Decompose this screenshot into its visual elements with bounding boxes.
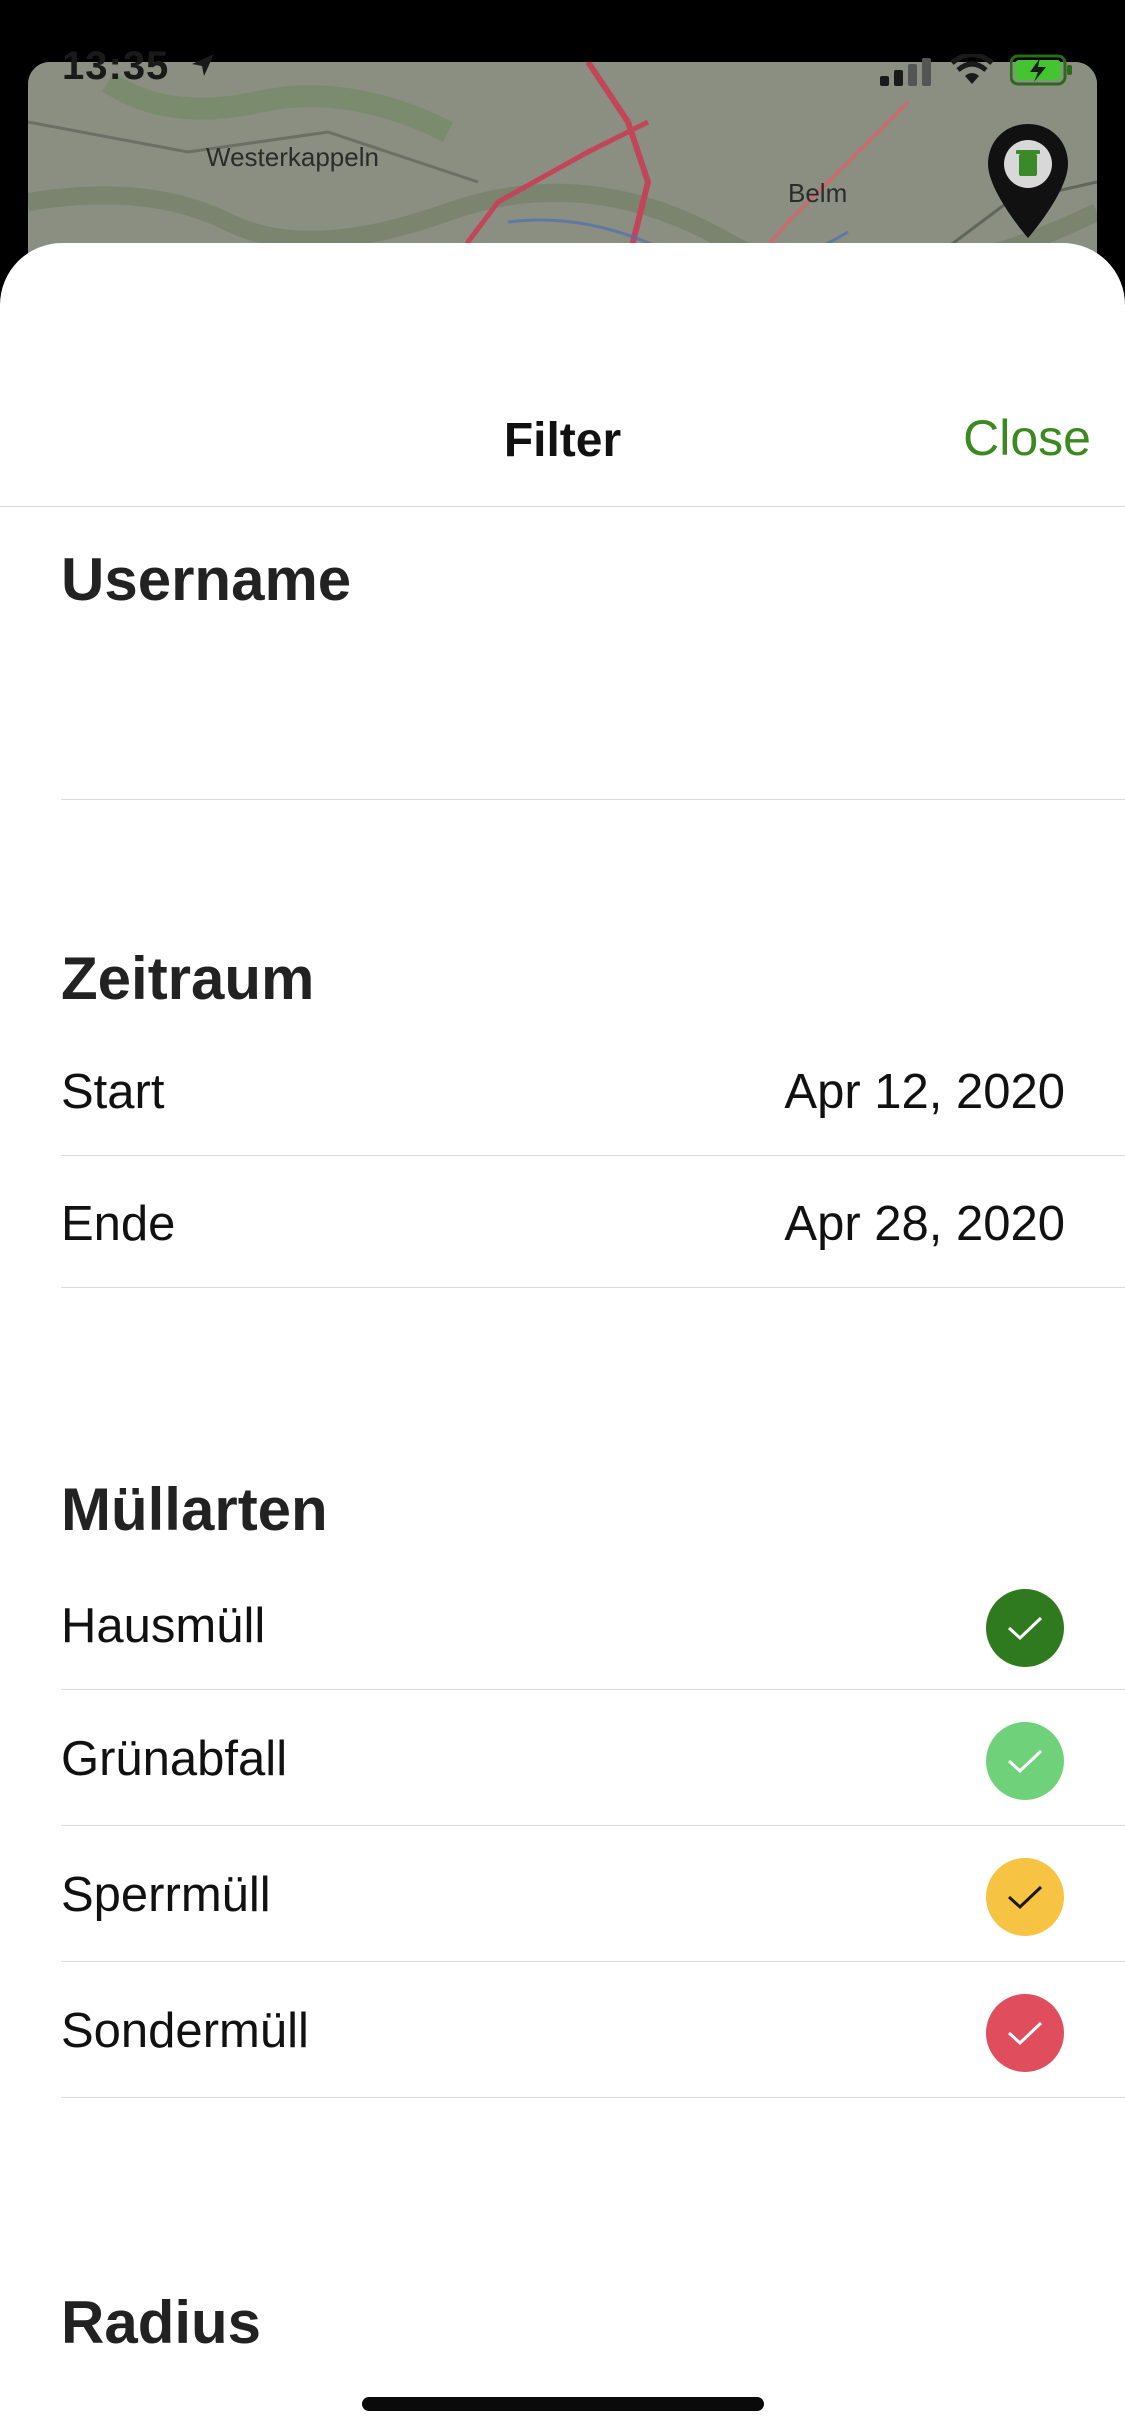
start-date-value[interactable]: Apr 12, 2020 — [784, 1064, 1065, 1120]
trash-pin-icon[interactable] — [985, 122, 1071, 240]
section-title-radius: Radius — [61, 2289, 262, 2356]
end-date-value[interactable]: Apr 28, 2020 — [784, 1196, 1065, 1252]
waste-type-label: Hausmüll — [61, 1599, 266, 1653]
wifi-icon — [950, 54, 994, 84]
waste-type-row-gruenabfall[interactable]: Grünabfall — [61, 1690, 1125, 1826]
status-time: 13:35 — [62, 44, 170, 88]
location-arrow-icon — [192, 54, 214, 76]
checkmark-icon[interactable] — [986, 1722, 1064, 1800]
map-label-westerkappeln: Westerkappeln — [206, 142, 379, 172]
section-title-zeitraum: Zeitraum — [61, 945, 315, 1012]
waste-type-row-hausmuell[interactable]: Hausmüll — [61, 1573, 1125, 1690]
start-label: Start — [61, 1065, 165, 1119]
nav-title: Filter — [503, 414, 622, 467]
end-label: Ende — [61, 1197, 176, 1251]
section-title-muellarten: Müllarten — [61, 1476, 328, 1543]
checkmark-icon[interactable] — [986, 1994, 1064, 2072]
battery-charging-icon — [1010, 54, 1072, 86]
username-field[interactable] — [61, 663, 1125, 800]
status-bar: 13:35 — [0, 0, 1125, 238]
nav-bar: Filter Close — [0, 243, 1125, 507]
filter-sheet: Filter Close Username Zeitraum Start Apr… — [0, 243, 1125, 2436]
close-button[interactable]: Close — [963, 409, 1091, 467]
waste-type-label: Grünabfall — [61, 1732, 288, 1786]
waste-type-label: Sondermüll — [61, 2004, 309, 2058]
checkmark-icon[interactable] — [986, 1589, 1064, 1667]
home-indicator[interactable] — [362, 2397, 764, 2411]
waste-type-row-sperrmuell[interactable]: Sperrmüll — [61, 1826, 1125, 1962]
waste-type-row-sondermuell[interactable]: Sondermüll — [61, 1962, 1125, 2098]
checkmark-icon[interactable] — [986, 1858, 1064, 1936]
cellular-signal-icon — [880, 58, 931, 86]
section-title-username: Username — [61, 546, 352, 613]
start-date-row[interactable]: Start Apr 12, 2020 — [61, 1043, 1125, 1156]
end-date-row[interactable]: Ende Apr 28, 2020 — [61, 1156, 1125, 1288]
map-label-belm: Belm — [788, 178, 848, 208]
waste-type-label: Sperrmüll — [61, 1868, 271, 1922]
